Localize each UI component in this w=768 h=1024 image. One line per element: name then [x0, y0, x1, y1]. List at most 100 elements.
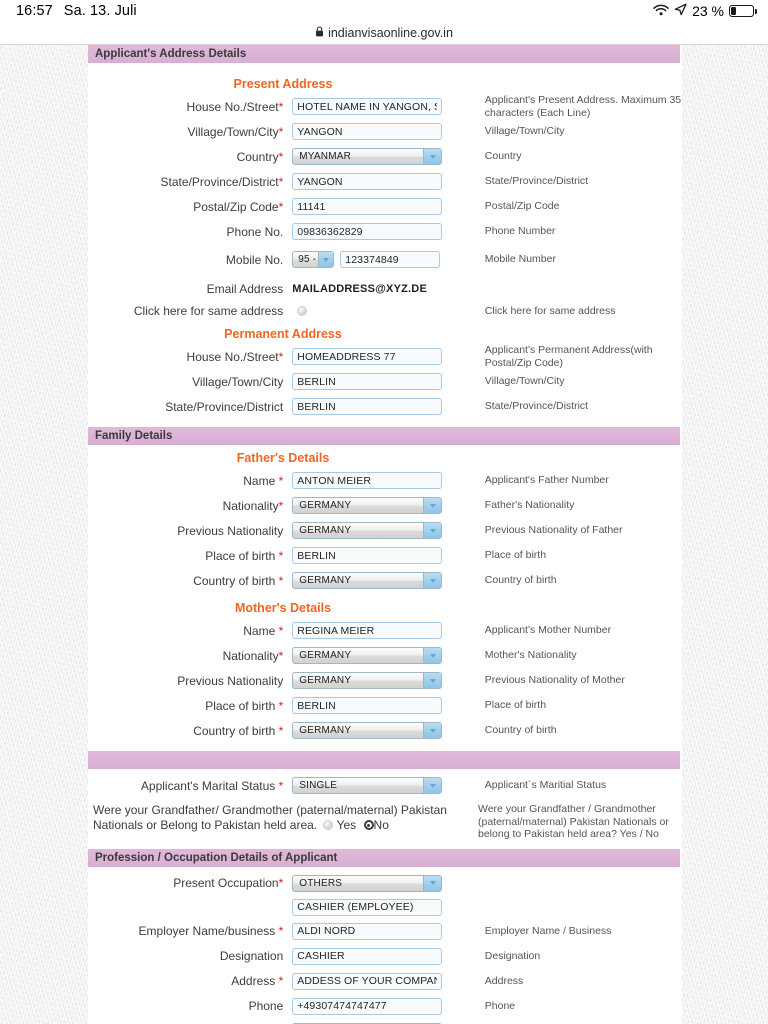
- present-address-input[interactable]: [292, 198, 443, 215]
- chevron-down-icon: [423, 523, 442, 538]
- label-email-address: Email Address: [206, 281, 284, 296]
- mother-details-help: Applicant's Mother Number: [484, 624, 612, 637]
- father-details-select[interactable]: GERMANY: [292, 497, 443, 514]
- present-address-select-value: MYANMAR: [299, 151, 352, 162]
- required-asterisk: *: [278, 648, 284, 663]
- chevron-down-icon: [423, 498, 442, 513]
- profession-input[interactable]: [292, 997, 443, 1015]
- required-asterisk: *: [278, 199, 284, 214]
- permanent-address-input[interactable]: [292, 373, 443, 390]
- present-address-input[interactable]: [292, 173, 443, 190]
- father-details-row: Nationality* GERMANY Father's Nationality: [88, 493, 682, 518]
- present-address-input[interactable]: [292, 98, 443, 115]
- pakistan-yes-radio[interactable]: [323, 820, 334, 830]
- profession-help: Phone: [484, 999, 516, 1012]
- profession-input[interactable]: [292, 922, 443, 940]
- present-address-rows: House No./Street* Applicant's Present Add…: [88, 94, 682, 244]
- present-occupation-select[interactable]: OTHERS: [292, 874, 443, 892]
- father-details-field: [292, 547, 470, 564]
- form-content-area: Applicant's Address Details Present Addr…: [88, 45, 682, 1024]
- mother-details-label: Nationality*: [222, 648, 284, 663]
- required-asterisk: *: [278, 99, 284, 114]
- present-address-row: Village/Town/City* Village/Town/City: [88, 119, 682, 144]
- profession-help: Employer Name / Business: [484, 924, 612, 937]
- required-asterisk: *: [278, 498, 284, 513]
- location-arrow-icon: [674, 3, 687, 19]
- required-asterisk: *: [278, 723, 284, 738]
- section-title-address: Applicant's Address Details: [95, 48, 247, 60]
- mother-details-select[interactable]: GERMANY: [292, 647, 443, 664]
- pakistan-no-radio[interactable]: [363, 820, 374, 830]
- present-address-label: Postal/Zip Code*: [193, 199, 284, 214]
- profession-input[interactable]: [292, 972, 443, 990]
- permanent-address-input[interactable]: [292, 398, 443, 415]
- present-address-field: [292, 98, 470, 115]
- wifi-icon: [653, 3, 669, 19]
- father-details-select-value: GERMANY: [299, 575, 352, 586]
- mother-details-select[interactable]: GERMANY: [292, 722, 443, 739]
- field-same-address: [292, 306, 470, 316]
- chevron-down-icon: [318, 252, 334, 267]
- permanent-address-label: State/Province/District: [165, 399, 284, 414]
- status-bar-left: 16:57 Sa. 13. Juli: [16, 3, 137, 19]
- mother-details-label: Country of birth *: [193, 723, 284, 738]
- permanent-address-help: State/Province/District: [484, 400, 589, 413]
- mother-details-select[interactable]: GERMANY: [292, 672, 443, 689]
- field-marital-status: SINGLE: [292, 777, 470, 794]
- mother-details-row: Name * Applicant's Mother Number: [88, 618, 682, 643]
- required-asterisk: *: [278, 876, 284, 890]
- section-header-family: Family Details: [88, 427, 680, 445]
- father-details-help: Father's Nationality: [484, 499, 575, 512]
- present-address-label: State/Province/District*: [160, 174, 284, 189]
- father-details-field: GERMANY: [292, 497, 470, 514]
- pakistan-no-label: No: [373, 818, 389, 832]
- father-details-input[interactable]: [292, 472, 443, 489]
- present-address-row: State/Province/District*State/Province/D…: [88, 169, 682, 194]
- label-same-address: Click here for same address: [133, 304, 284, 318]
- permanent-address-input[interactable]: [292, 348, 443, 365]
- present-address-label: Village/Town/City*: [187, 124, 284, 139]
- father-details-label: Name *: [243, 473, 284, 488]
- section-header-marital: [88, 751, 680, 769]
- profession-field: [292, 972, 470, 990]
- mobile-country-code-select[interactable]: 95 -: [292, 251, 335, 268]
- mother-details-help: Place of birth: [484, 699, 547, 712]
- chevron-down-icon: [423, 573, 442, 588]
- father-details-help: Previous Nationality of Father: [484, 524, 623, 537]
- marital-status-select[interactable]: SINGLE: [292, 777, 443, 794]
- present-address-field: [292, 223, 470, 240]
- father-details-row: Place of birth * Place of birth: [88, 543, 682, 568]
- father-details-rows: Name * Applicant's Father Number Nationali…: [88, 468, 682, 593]
- required-asterisk: *: [278, 349, 284, 364]
- permanent-address-help: Village/Town/City: [484, 375, 565, 388]
- father-details-select[interactable]: GERMANY: [292, 522, 443, 539]
- father-details-help: Applicant's Father Number: [484, 474, 609, 487]
- mobile-number-input[interactable]: [340, 251, 441, 268]
- present-address-help: Village/Town/City: [484, 125, 565, 138]
- present-address-select[interactable]: MYANMAR: [292, 148, 443, 165]
- present-address-field: [292, 123, 470, 140]
- help-pakistan-question: Were your Grandfather / Grandmother (pat…: [478, 803, 669, 840]
- mother-details-select-value: GERMANY: [299, 650, 352, 661]
- url-text: indianvisaonline.gov.in: [328, 26, 453, 40]
- father-details-select[interactable]: GERMANY: [292, 572, 443, 589]
- father-details-select-value: GERMANY: [299, 500, 352, 511]
- present-address-help: Country: [484, 150, 522, 163]
- profession-input[interactable]: [292, 947, 443, 965]
- father-details-input[interactable]: [292, 547, 443, 564]
- profession-help: Address: [484, 974, 524, 987]
- father-details-row: Country of birth * GERMANY Country of birt…: [88, 568, 682, 593]
- profession-row: Past Occupation, if anyWORKERPast Occupa…: [88, 1019, 682, 1024]
- section-header-address: Applicant's Address Details: [88, 45, 680, 63]
- occupation-other-input[interactable]: [292, 898, 443, 916]
- present-address-input[interactable]: [292, 123, 443, 140]
- same-address-radio[interactable]: [297, 306, 308, 316]
- profession-label: Employer Name/business *: [138, 924, 284, 938]
- father-details-select-value: GERMANY: [299, 525, 352, 536]
- mother-details-input[interactable]: [292, 697, 443, 714]
- mother-details-row: Place of birth * Place of birth: [88, 693, 682, 718]
- browser-url-bar[interactable]: indianvisaonline.gov.in: [0, 22, 768, 45]
- father-details-field: [292, 472, 470, 489]
- present-address-input[interactable]: [292, 223, 443, 240]
- mother-details-input[interactable]: [292, 622, 443, 639]
